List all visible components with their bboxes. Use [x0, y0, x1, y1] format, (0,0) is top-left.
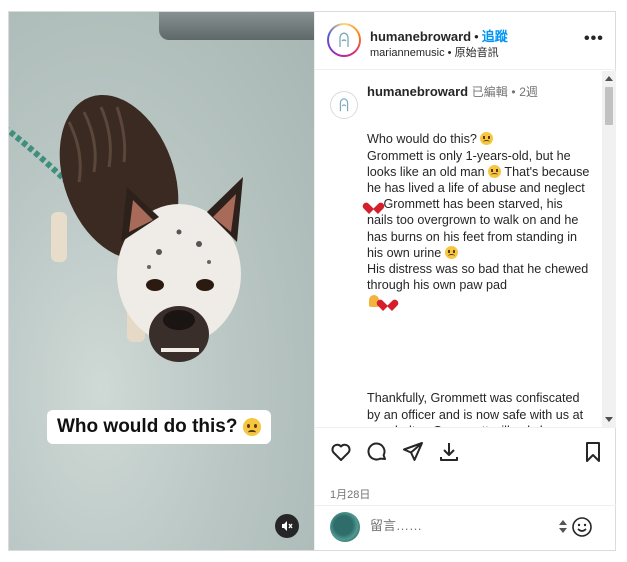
overlay-caption-text: Who would do this?: [57, 416, 238, 437]
speaker-muted-icon: [282, 521, 293, 531]
mute-button[interactable]: [275, 514, 299, 538]
header-user-line: humanebroward • 追蹤: [370, 26, 508, 45]
audio-artist[interactable]: mariannemusic: [370, 47, 445, 59]
media-overlay-caption: Who would do this?: [47, 410, 272, 444]
heart-icon[interactable]: [329, 440, 353, 464]
download-icon[interactable]: [437, 440, 461, 464]
post-time[interactable]: 2週: [519, 85, 538, 99]
separator-dot: •: [474, 29, 479, 44]
caption-header: humanebroward 已編輯 • 2週: [367, 83, 538, 100]
more-options-button[interactable]: •••: [584, 30, 604, 48]
humane-logo-icon: [339, 98, 349, 112]
scroll-down-arrow-icon[interactable]: [605, 417, 613, 422]
comment-icon[interactable]: [365, 440, 389, 464]
audio-line: mariannemusic • 原始音訊: [370, 44, 499, 60]
smiley-icon[interactable]: [571, 516, 593, 538]
post-side-panel: humanebroward • 追蹤 mariannemusic • 原始音訊 ••…: [314, 12, 616, 550]
separator-dot: •: [511, 85, 516, 99]
author-avatar[interactable]: [327, 23, 361, 57]
post-date[interactable]: 1月28日: [330, 486, 370, 502]
caption-text-run: Grommett has been starved, his nails too…: [367, 197, 582, 260]
caption-author-avatar[interactable]: [330, 91, 358, 119]
comment-input[interactable]: [370, 518, 550, 533]
follow-button[interactable]: 追蹤: [482, 29, 508, 44]
post-actions: 1月28日: [315, 427, 616, 505]
sad-face-emoji-icon: [480, 132, 494, 146]
caption-scrollbar[interactable]: [602, 71, 616, 427]
caption-text: Who would do this? Grommett is only 1-ye…: [367, 99, 592, 427]
post-header: humanebroward • 追蹤 mariannemusic • 原始音訊 ••…: [315, 12, 616, 70]
pleading-face-icon: [243, 418, 262, 436]
caption-text-run: Who would do this?: [367, 132, 481, 147]
sad-face-emoji-icon: [488, 164, 502, 178]
caption-scroll-area[interactable]: humanebroward 已編輯 • 2週 Who would do this…: [315, 71, 616, 427]
caption-username[interactable]: humanebroward: [367, 84, 468, 99]
separator-dot: •: [447, 47, 452, 59]
edited-label: 已編輯: [471, 85, 508, 99]
caption-text-run: His distress was so bad that he chewed t…: [367, 262, 589, 293]
scrollbar-thumb[interactable]: [605, 87, 613, 125]
scroll-up-arrow-icon[interactable]: [605, 76, 613, 81]
author-username[interactable]: humanebroward: [370, 29, 471, 44]
caption-paragraph-1: Who would do this? Grommett is only 1-ye…: [367, 131, 592, 309]
comment-bar: [315, 505, 616, 550]
viewer-avatar[interactable]: [330, 512, 360, 542]
share-icon[interactable]: [401, 440, 425, 464]
red-heart-emoji-icon: [381, 295, 394, 307]
dog-photo: [9, 94, 243, 362]
sad-face-emoji-icon: [444, 245, 458, 259]
spinner-arrows-icon[interactable]: [559, 520, 567, 534]
bookmark-icon[interactable]: [581, 440, 605, 464]
caption-paragraph-2: Thankfully, Grommett was confiscated by …: [367, 390, 592, 427]
post-dialog: Who would do this? humanebroward • 追蹤 ma…: [8, 11, 616, 551]
post-media[interactable]: Who would do this?: [9, 12, 314, 550]
red-heart-emoji-icon: [367, 198, 380, 210]
audio-label[interactable]: 原始音訊: [455, 47, 499, 59]
caption-text-run: Thankfully, Grommett was confiscated by …: [367, 391, 584, 427]
humane-logo-icon: [339, 32, 349, 47]
